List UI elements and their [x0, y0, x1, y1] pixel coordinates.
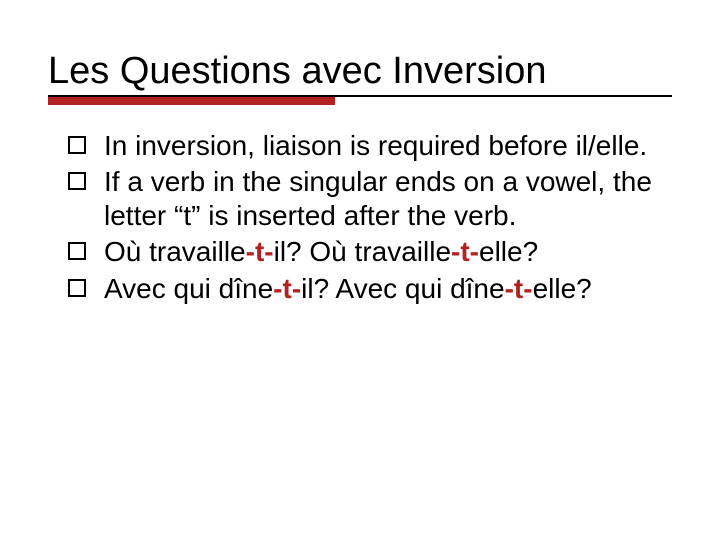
bullet-text: il? Avec qui dîne [301, 273, 504, 304]
highlight-text: -t- [505, 273, 533, 304]
highlight-text: -t- [273, 273, 301, 304]
accent-rule [48, 97, 335, 105]
bullet-item: If a verb in the singular ends on a vowe… [68, 165, 672, 233]
bullet-text: il? Où travaille [274, 236, 451, 267]
bullet-text: Avec qui dîne [104, 273, 273, 304]
highlight-text: -t- [451, 236, 479, 267]
bullet-text: In inversion, liaison is required before… [104, 130, 647, 161]
bullet-list: In inversion, liaison is required before… [48, 129, 672, 306]
bullet-item: Avec qui dîne-t-il? Avec qui dîne-t-elle… [68, 272, 672, 306]
slide: Les Questions avec Inversion In inversio… [0, 0, 720, 540]
bullet-item: Où travaille-t-il? Où travaille-t-elle? [68, 235, 672, 269]
highlight-text: -t- [246, 236, 274, 267]
bullet-text: elle? [479, 236, 538, 267]
bullet-text: If a verb in the singular ends on a vowe… [104, 166, 652, 231]
bullet-text: elle? [533, 273, 592, 304]
slide-title: Les Questions avec Inversion [48, 50, 672, 97]
bullet-item: In inversion, liaison is required before… [68, 129, 672, 163]
bullet-text: Où travaille [104, 236, 246, 267]
